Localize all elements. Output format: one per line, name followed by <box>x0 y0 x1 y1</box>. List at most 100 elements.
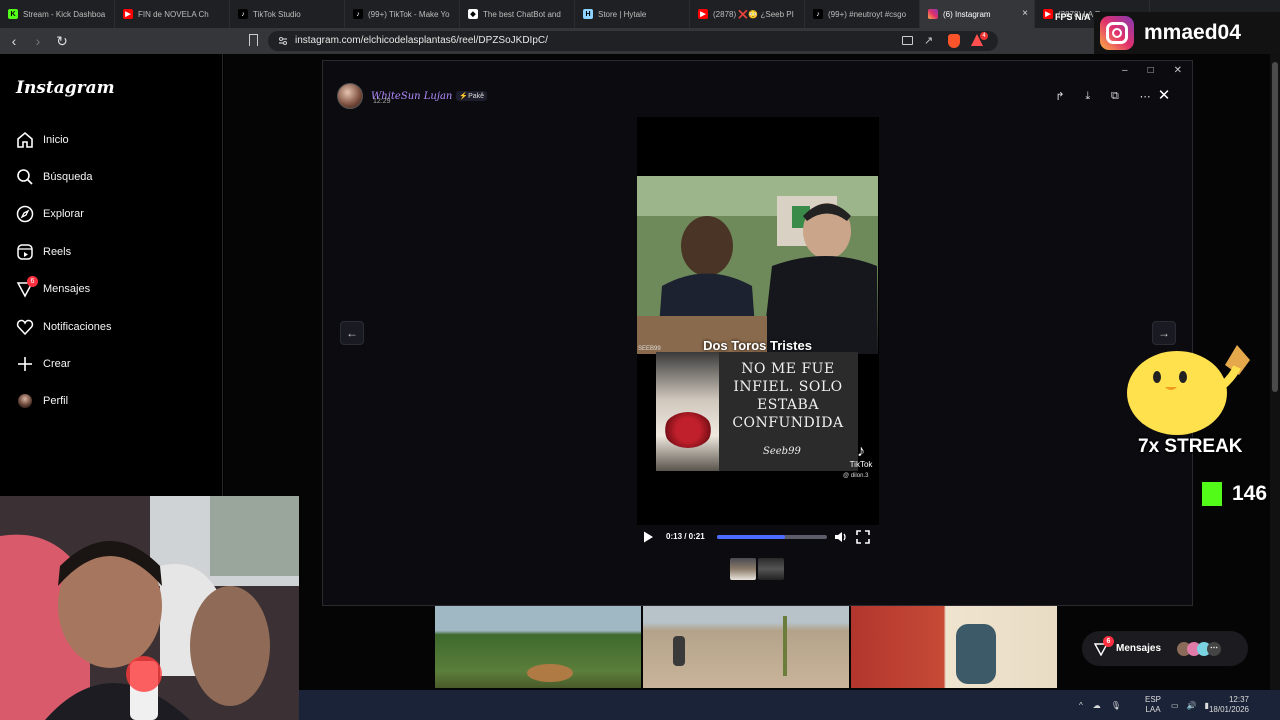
kick-follower-counter: 146 <box>1202 482 1267 506</box>
site-info-icon[interactable] <box>277 35 289 47</box>
network-icon: ▭ <box>1171 700 1179 710</box>
instagram-icon <box>928 9 938 19</box>
youtube-icon: ▶ <box>698 9 708 19</box>
hat-image <box>527 664 573 682</box>
brand-overlay: mmaed04 <box>1094 12 1280 54</box>
fullscreen-icon[interactable] <box>856 530 870 544</box>
onedrive-icon[interactable]: ☁ <box>1093 701 1101 710</box>
close-tab-icon[interactable]: × <box>1022 8 1028 19</box>
tiktok-icon: ♪ <box>238 9 248 19</box>
kick-icon: K <box>8 9 18 19</box>
post-time: 12:29 <box>373 98 391 105</box>
sidebar-item-inicio[interactable]: Inicio <box>16 128 206 152</box>
roses-image <box>664 412 712 448</box>
video-thumbnail[interactable] <box>730 558 756 580</box>
sidebar-item-mensajes[interactable]: 6 Mensajes <box>16 276 206 301</box>
url-field[interactable]: instagram.com/elchicodelasplantas6/reel/… <box>268 31 998 51</box>
sidebar-item-crear[interactable]: Crear <box>16 352 206 376</box>
reload-button[interactable]: ↻ <box>52 31 72 51</box>
tiktok-username: @ dilon.3 <box>843 473 869 479</box>
plus-icon <box>18 357 32 371</box>
browser-tab[interactable]: ♪ (99+) TikTok - Make Yo <box>345 0 460 28</box>
video-progress-bar[interactable] <box>717 535 827 539</box>
home-icon <box>17 131 33 148</box>
feed-image[interactable] <box>643 606 849 688</box>
more-icon: ⋯ <box>1207 641 1222 656</box>
search-icon <box>17 169 33 185</box>
instagram-icon <box>1100 16 1134 50</box>
open-external-icon[interactable]: ⧉ <box>1111 90 1119 103</box>
sidebar-item-busqueda[interactable]: Búsqueda <box>16 165 206 189</box>
brave-shield-icon[interactable] <box>948 34 960 48</box>
tiktok-icon: ♪ <box>857 443 865 460</box>
window-controls: – □ ✕ <box>1112 61 1192 79</box>
browser-tab[interactable]: H Store | Hytale <box>575 0 690 28</box>
instagram-logo[interactable]: Instagram <box>16 78 115 98</box>
meme-text: NO ME FUE INFIEL. SOLO ESTABA CONFUNDIDA <box>732 361 844 431</box>
modal-close-icon[interactable]: ✕ <box>1153 85 1175 107</box>
post-avatar[interactable] <box>337 83 363 109</box>
video-progress-fill <box>717 535 786 539</box>
user-tag-badge: ⚡Pakê <box>456 91 488 101</box>
sidebar-item-perfil[interactable]: Perfil <box>16 389 206 413</box>
figure-image <box>673 636 685 666</box>
browser-tab[interactable]: ▶ FIN de NOVELA Ch <box>115 0 230 28</box>
browser-tab[interactable]: K Stream - Kick Dashboa <box>0 0 115 28</box>
language-indicator[interactable]: ESP LAA <box>1145 690 1161 720</box>
messages-pill-badge: 6 <box>1103 635 1114 647</box>
duck-mascot-icon <box>1127 345 1250 435</box>
modal-actions: ↱ ⤓ ⧉ ⋯ <box>1045 85 1161 107</box>
forward-button[interactable]: › <box>28 31 48 51</box>
browser-tab-active[interactable]: (6) Instagram × <box>920 0 1035 28</box>
browser-toolbar: ‹ › ↻ instagram.com/elchicodelasplantas6… <box>0 28 1280 54</box>
maximize-icon[interactable]: □ <box>1148 65 1154 76</box>
prev-arrow-icon[interactable]: ← <box>340 321 364 345</box>
share-icon[interactable]: ↗ <box>924 34 933 47</box>
tray-icons: ^ ☁ 🎙 <box>1079 690 1131 720</box>
browser-tab[interactable]: ♪ TikTok Studio <box>230 0 345 28</box>
back-button[interactable]: ‹ <box>4 31 24 51</box>
download-icon[interactable]: ⤓ <box>1085 90 1090 103</box>
chevron-up-icon[interactable]: ^ <box>1079 701 1083 710</box>
bookmark-icon[interactable] <box>249 34 258 46</box>
heart-icon <box>16 319 34 336</box>
sidebar-item-explorar[interactable]: Explorar <box>16 202 206 226</box>
video-photo-top <box>637 176 878 354</box>
sidebar-item-reels[interactable]: Reels <box>16 240 206 264</box>
video-thumbnail[interactable] <box>758 558 784 580</box>
microphone-icon[interactable]: 🎙 <box>1111 701 1121 710</box>
windows-taskbar: ^ ☁ 🎙 ESP LAA ▭ 🔊 ▮ 12:37 18/01/2026 <box>299 690 1280 720</box>
post-header: WhiteSun Lujan ⚡Pakê 12:29 <box>337 83 488 109</box>
messenger-icon: 6 <box>1093 635 1114 656</box>
video-caption: Dos Toros Tristes <box>703 338 812 353</box>
chatbot-icon: ◆ <box>468 9 478 19</box>
fps-counter: FPS N/A <box>1055 12 1091 22</box>
minimize-icon[interactable]: – <box>1122 65 1128 76</box>
streak-counter: 7x STREAK <box>1138 436 1243 457</box>
volume-icon[interactable] <box>834 530 848 544</box>
clock[interactable]: 12:37 18/01/2026 <box>1205 690 1249 720</box>
extension-badge: 4 <box>980 32 988 40</box>
page-scrollbar-thumb[interactable] <box>1272 62 1278 392</box>
sidebar-item-notificaciones[interactable]: Notificaciones <box>16 315 206 339</box>
youtube-icon: ▶ <box>1043 9 1053 19</box>
tiktok-watermark: ♪ TikTok <box>844 443 878 470</box>
hytale-icon: H <box>583 9 593 19</box>
video-time: 0:13 / 0:21 <box>666 532 705 541</box>
cast-icon[interactable] <box>902 36 913 45</box>
browser-tab[interactable]: ▶ (2878) ❌😳 ¿Seeb PI <box>690 0 805 28</box>
compass-icon <box>16 205 34 223</box>
more-icon[interactable]: ⋯ <box>1140 90 1151 103</box>
share-icon[interactable]: ↱ <box>1055 90 1064 103</box>
browser-tab[interactable]: ◆ The best ChatBot and <box>460 0 575 28</box>
figure-image <box>956 624 996 684</box>
system-icons[interactable]: ▭ 🔊 ▮ <box>1171 690 1209 720</box>
feed-image[interactable] <box>435 606 641 688</box>
seeb-logo: Seeb99 <box>763 446 801 457</box>
browser-tab[interactable]: ♪ (99+) #neutroyt #csgo <box>805 0 920 28</box>
messages-badge: 6 <box>27 276 38 287</box>
play-icon[interactable] <box>641 530 655 544</box>
messages-pill[interactable]: 6 Mensajes ⋯ <box>1082 631 1248 666</box>
window-close-icon[interactable]: ✕ <box>1174 65 1182 76</box>
feed-image[interactable] <box>851 606 1057 688</box>
